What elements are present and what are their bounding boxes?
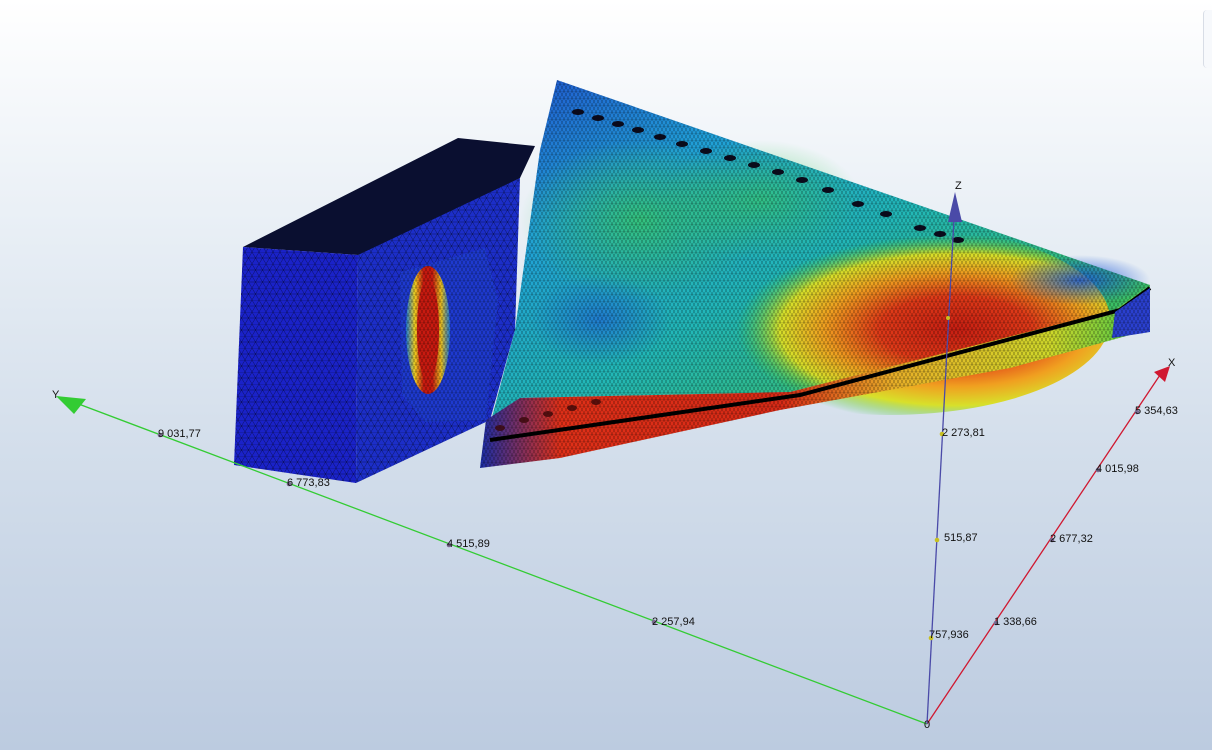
y-tick-label: 2 257,94 [652,616,695,628]
y-axis-name: Y [52,389,60,401]
x-tick-label: 2 677,32 [1050,533,1093,545]
z-tick-marker [934,537,940,543]
z-axis-arrow [948,192,962,222]
x-axis-name: X [1168,357,1176,369]
x-tick-label: 4 015,98 [1096,463,1139,475]
y-tick-label: 6 773,83 [287,477,330,489]
origin-label: 0 [924,719,930,731]
z-axis-name: Z [955,180,962,192]
view-cube-edge[interactable] [1203,10,1212,68]
x-tick-label: 1 338,66 [994,616,1037,628]
y-tick-label: 9 031,77 [158,428,201,440]
y-tick-label: 4 515,89 [447,538,490,550]
z-tick-label: 2 273,81 [942,427,985,439]
x-tick-label: 5 354,63 [1135,405,1178,417]
fea-model [234,80,1152,483]
fea-scene: Y X Z 0 2 257,94 4 515,89 6 773,83 9 031… [52,80,1178,731]
z-tick-label: 757,936 [929,629,969,641]
3d-viewport[interactable]: Y X Z 0 2 257,94 4 515,89 6 773,83 9 031… [0,0,1212,750]
z-tick-label: 515,87 [944,532,978,544]
z-tick-marker [946,316,950,320]
x-axis-line [926,371,1163,725]
